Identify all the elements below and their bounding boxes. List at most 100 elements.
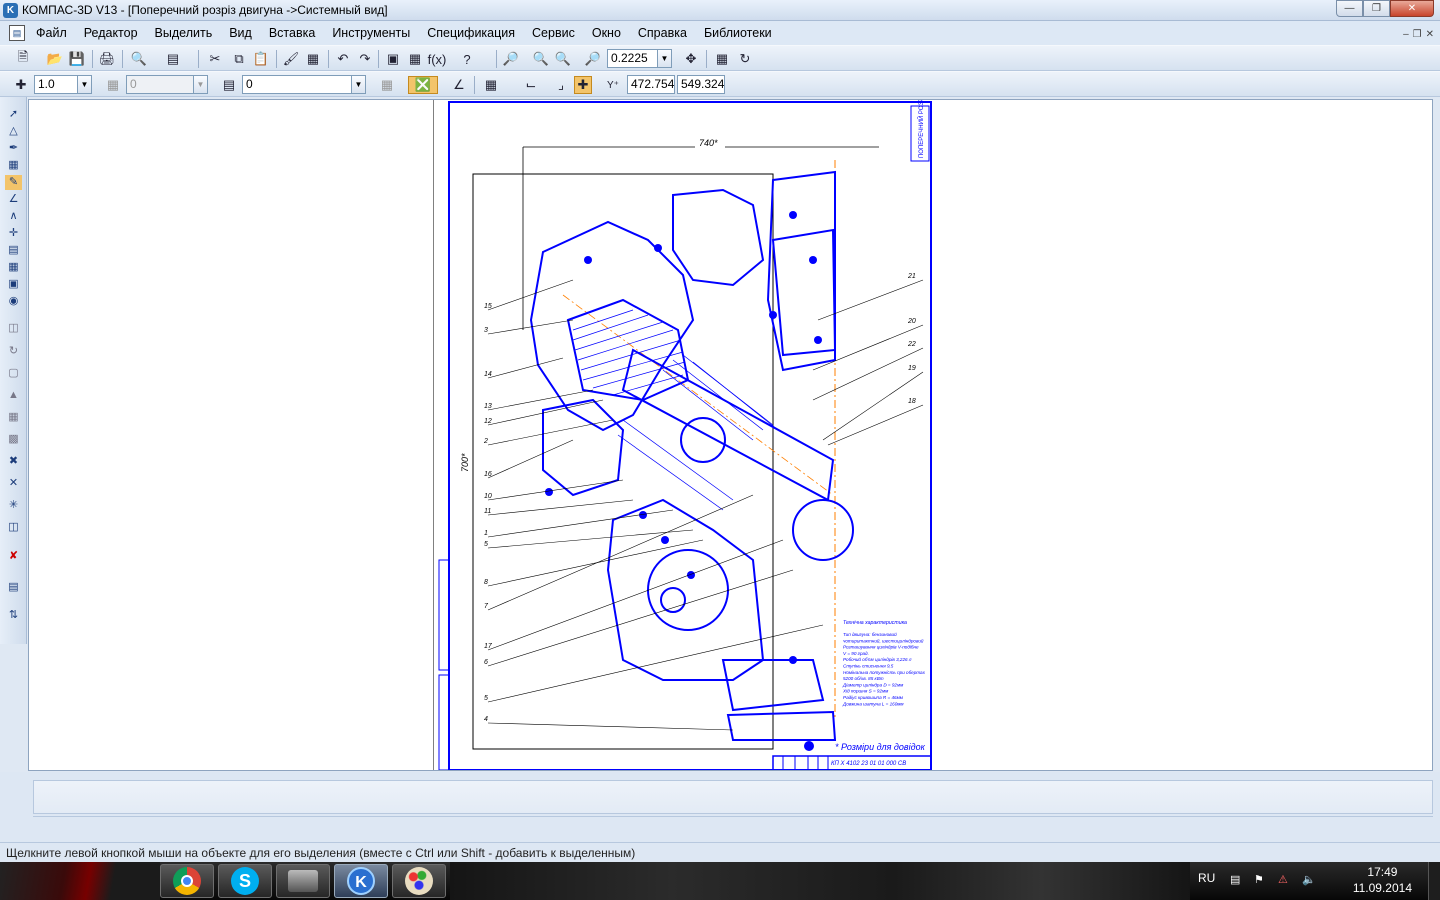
mdi-restore-icon[interactable]: ❐ bbox=[1413, 29, 1422, 40]
refresh-icon[interactable]: ↻ bbox=[736, 50, 754, 68]
help-icon[interactable]: ? bbox=[458, 50, 476, 68]
step-field[interactable]: 1.0 bbox=[34, 75, 78, 94]
measure-icon[interactable]: ∠ bbox=[5, 192, 22, 207]
menu-item[interactable]: Файл bbox=[36, 26, 76, 40]
zoom-all-icon[interactable]: 🔍 bbox=[554, 50, 572, 68]
menu-item[interactable]: Вид bbox=[229, 26, 261, 40]
title-bar: K КОМПАС-3D V13 - [Поперечний розріз дви… bbox=[0, 0, 1440, 21]
zoom-icon[interactable]: 🔎 bbox=[584, 50, 602, 68]
delete-icon[interactable]: ✘ bbox=[5, 549, 22, 564]
layer-icon[interactable]: ▤ bbox=[220, 76, 238, 94]
menu-item[interactable]: Инструменты bbox=[332, 26, 419, 40]
reports-icon[interactable]: ▦ bbox=[5, 260, 22, 275]
copy-icon[interactable]: ⧉ bbox=[230, 50, 248, 68]
zoom-window-icon[interactable]: 🔍 bbox=[532, 50, 550, 68]
document-icon[interactable]: ▤ bbox=[9, 25, 25, 41]
editing-icon[interactable]: ▦ bbox=[5, 158, 22, 173]
properties-icon[interactable]: ▦ bbox=[304, 50, 322, 68]
symmetry-icon[interactable]: ▲ bbox=[5, 388, 22, 403]
chrome-taskbar-button[interactable] bbox=[160, 864, 214, 898]
save-icon[interactable]: 💾 bbox=[68, 50, 86, 68]
volume-icon[interactable]: 🔈 bbox=[1302, 873, 1316, 887]
menu-item[interactable]: Сервис bbox=[532, 26, 584, 40]
print-icon[interactable]: 🖨 bbox=[98, 50, 116, 68]
clock[interactable]: 17:49 11.09.2014 bbox=[1353, 864, 1412, 896]
coord-y-field[interactable]: 549.324 bbox=[677, 75, 725, 94]
coord-x-field[interactable]: 472.754 bbox=[627, 75, 675, 94]
ortho-mode-icon[interactable]: ⌟ bbox=[552, 76, 570, 94]
layer-dropdown[interactable]: ▼ bbox=[351, 75, 366, 94]
split-icon[interactable]: ✳ bbox=[5, 498, 22, 513]
language-indicator[interactable]: RU bbox=[1198, 871, 1215, 885]
round-icon[interactable]: ✚ bbox=[574, 76, 592, 94]
redraw-icon[interactable]: ▦ bbox=[713, 50, 731, 68]
break-icon[interactable]: ✕ bbox=[5, 476, 22, 491]
fragments-icon[interactable]: ◉ bbox=[5, 294, 22, 309]
minimize-button[interactable]: — bbox=[1336, 0, 1363, 17]
distribute-icon[interactable]: ⇅ bbox=[5, 608, 22, 623]
preview-icon[interactable]: 🔍 bbox=[130, 50, 148, 68]
step-dropdown[interactable]: ▼ bbox=[77, 75, 92, 94]
close-button[interactable]: ✕ bbox=[1390, 0, 1434, 17]
dimensions-icon[interactable]: △ bbox=[5, 124, 22, 139]
start-area[interactable] bbox=[0, 862, 160, 900]
parametrization-icon[interactable]: ✎ bbox=[5, 175, 22, 190]
menu-item[interactable]: Спецификация bbox=[427, 26, 524, 40]
drawing-canvas[interactable]: 740* 700* 15 3 14 13 12 2 16 10 11 1 5 8… bbox=[28, 99, 1433, 771]
geometry-icon[interactable]: ➚ bbox=[5, 107, 22, 122]
ortho-icon[interactable]: ∠ bbox=[450, 76, 468, 94]
clip-icon[interactable]: ◫ bbox=[5, 520, 22, 535]
command-input-area[interactable] bbox=[33, 780, 1433, 814]
zoom-dropdown[interactable]: ▼ bbox=[657, 49, 672, 68]
deform-icon[interactable]: ▩ bbox=[5, 432, 22, 447]
menu-item[interactable]: Справка bbox=[638, 26, 696, 40]
parameters-icon: ▦ bbox=[380, 77, 394, 92]
local-cs-icon[interactable]: ⌙ bbox=[522, 76, 540, 94]
grid-icon[interactable]: ▦ bbox=[482, 76, 500, 94]
menu-item[interactable]: Окно bbox=[592, 26, 630, 40]
new-document-icon[interactable]: 🗎 bbox=[14, 49, 32, 68]
tree-icon[interactable]: ▣ bbox=[384, 50, 402, 68]
paste-icon[interactable]: 📋 bbox=[252, 50, 270, 68]
menu-item[interactable]: Вставка bbox=[269, 26, 324, 40]
designations-icon[interactable]: ✒ bbox=[5, 141, 22, 156]
zoom-in-icon[interactable]: 🔎 bbox=[502, 50, 520, 68]
cut-icon[interactable]: ✂ bbox=[206, 50, 224, 68]
maximize-button[interactable]: ❐ bbox=[1363, 0, 1390, 17]
copy-obj-icon[interactable]: ▦ bbox=[5, 410, 22, 425]
snap-magnet-icon[interactable]: ❎ bbox=[408, 76, 438, 94]
manager-icon[interactable]: ▤ bbox=[164, 50, 182, 68]
rotate-icon[interactable]: ↻ bbox=[5, 344, 22, 359]
redo-icon[interactable]: ↷ bbox=[356, 50, 374, 68]
layer-field[interactable]: 0 bbox=[242, 75, 352, 94]
paint-taskbar-button[interactable] bbox=[392, 864, 446, 898]
format-brush-icon[interactable]: 🖌 bbox=[282, 50, 300, 68]
select-icon[interactable]: ∧ bbox=[5, 209, 22, 224]
pan-icon[interactable]: ✥ bbox=[682, 50, 700, 68]
open-icon[interactable]: 📂 bbox=[46, 50, 64, 68]
spec-icon[interactable]: ▤ bbox=[5, 243, 22, 258]
kompas-taskbar-button[interactable]: K bbox=[334, 864, 388, 898]
trim-icon[interactable]: ✖ bbox=[5, 454, 22, 469]
network-icon[interactable]: ▤ bbox=[1230, 873, 1244, 887]
scale-icon[interactable]: ▢ bbox=[5, 366, 22, 381]
flag-icon[interactable]: ⚑ bbox=[1254, 873, 1268, 887]
libraries-icon[interactable]: ▦ bbox=[406, 50, 424, 68]
variables-icon[interactable]: f(x) bbox=[428, 50, 447, 68]
insertions-icon[interactable]: ▣ bbox=[5, 277, 22, 292]
cursor-step-icon[interactable]: ✚ bbox=[12, 76, 30, 94]
skype-taskbar-button[interactable]: S bbox=[218, 864, 272, 898]
mdi-minimize-icon[interactable]: – bbox=[1403, 29, 1409, 40]
show-desktop-button[interactable] bbox=[1428, 862, 1440, 900]
zoom-field[interactable]: 0.2225 bbox=[607, 49, 659, 68]
mdi-close-icon[interactable]: ✕ bbox=[1426, 29, 1434, 40]
menu-item[interactable]: Редактор bbox=[84, 26, 147, 40]
undo-icon[interactable]: ↶ bbox=[334, 50, 352, 68]
align-icon[interactable]: ▤ bbox=[5, 580, 22, 595]
associative-view-icon[interactable]: ✛ bbox=[5, 226, 22, 241]
printer-taskbar-button[interactable] bbox=[276, 864, 330, 898]
menu-item[interactable]: Библиотеки bbox=[704, 26, 781, 40]
warning-icon[interactable]: ⚠ bbox=[1278, 873, 1292, 887]
move-icon[interactable]: ◫ bbox=[5, 321, 22, 336]
menu-item[interactable]: Выделить bbox=[155, 26, 222, 40]
